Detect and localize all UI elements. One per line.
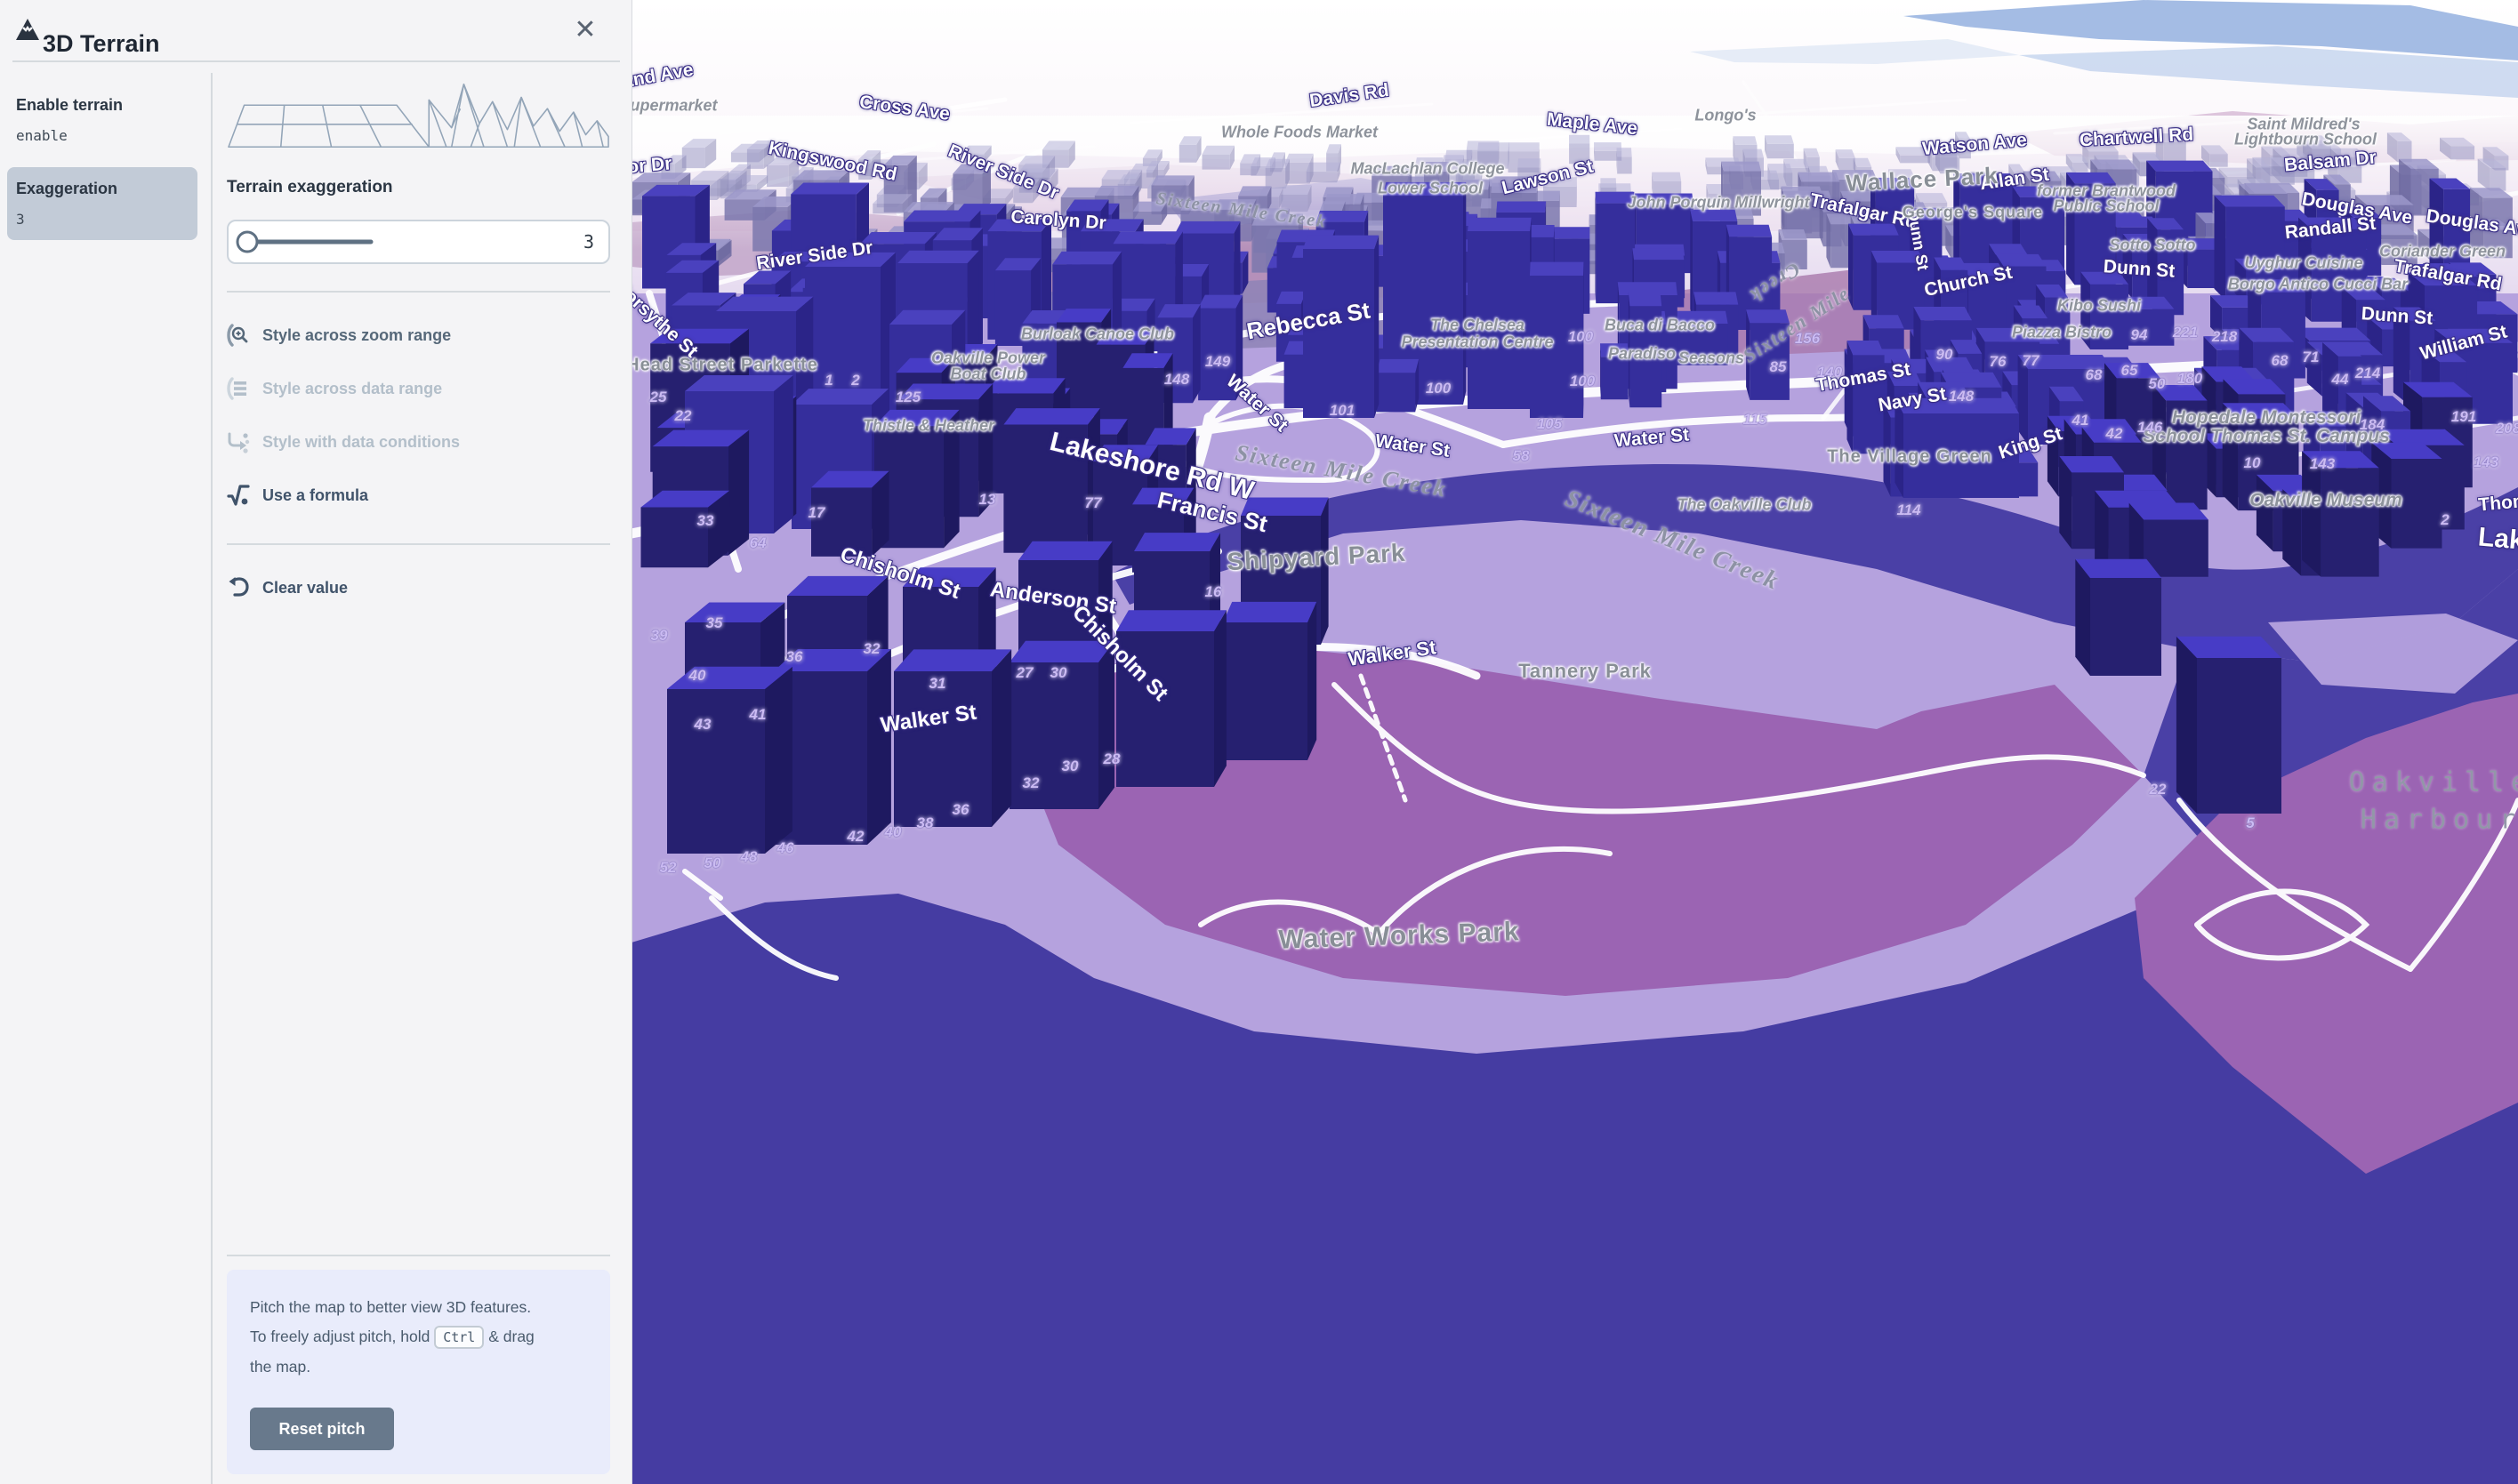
menu-use-formula[interactable]: Use a formula (227, 480, 610, 510)
panel-title: 3D Terrain (43, 30, 160, 58)
data-range-icon (227, 377, 250, 400)
exaggeration-slider[interactable]: 3 (227, 220, 610, 264)
terrain-illustration (227, 73, 610, 157)
zoom-range-icon (227, 324, 250, 347)
mountain-icon (14, 16, 41, 43)
field-label: Exaggeration (16, 180, 189, 198)
app-window: land Avenor DrCross AveDavis RdMaple Ave… (0, 0, 2518, 1484)
slider-value: 3 (583, 231, 594, 253)
menu-style-data-range[interactable]: Style across data range (227, 373, 610, 404)
divider (227, 291, 610, 293)
divider (227, 1255, 610, 1256)
menu-label: Style across data range (262, 380, 442, 398)
column-divider (211, 73, 213, 1484)
clear-value-button[interactable]: Clear value (227, 573, 610, 603)
field-exaggeration[interactable]: Exaggeration 3 (7, 167, 197, 240)
menu-label: Style across zoom range (262, 326, 451, 345)
map-canvas[interactable]: land Avenor DrCross AveDavis RdMaple Ave… (632, 0, 2518, 1484)
panel-header: 3D Terrain ✕ (0, 0, 632, 60)
field-value: enable (16, 127, 189, 144)
field-value: 3 (16, 211, 189, 228)
divider (227, 543, 610, 545)
close-icon[interactable]: ✕ (569, 14, 601, 46)
terrain-panel: 3D Terrain ✕ Enable terrain enable Exagg… (0, 0, 632, 1484)
menu-label: Style with data conditions (262, 433, 460, 452)
notice-line3: the map. (250, 1358, 310, 1376)
notice-line2-pre: To freely adjust pitch, hold (250, 1328, 430, 1345)
data-conditions-icon (227, 430, 250, 453)
ctrl-key: Ctrl (434, 1326, 484, 1349)
clear-value-label: Clear value (262, 579, 348, 598)
slider-label: Terrain exaggeration (227, 178, 393, 197)
slider-track (229, 221, 389, 262)
notice-line1: Pitch the map to better view 3D features… (250, 1298, 531, 1316)
map-scene (632, 0, 2518, 1484)
header-divider (12, 60, 620, 62)
reset-pitch-button[interactable]: Reset pitch (250, 1408, 394, 1450)
field-label: Enable terrain (16, 96, 189, 115)
undo-icon (227, 576, 250, 599)
slider-handle (237, 232, 257, 252)
menu-style-data-conditions[interactable]: Style with data conditions (227, 427, 610, 457)
menu-label: Use a formula (262, 486, 368, 505)
notice-line2-post: & drag (488, 1328, 535, 1345)
formula-icon (227, 484, 250, 507)
field-enable-terrain[interactable]: Enable terrain enable (7, 84, 197, 156)
menu-style-zoom-range[interactable]: Style across zoom range (227, 320, 610, 350)
